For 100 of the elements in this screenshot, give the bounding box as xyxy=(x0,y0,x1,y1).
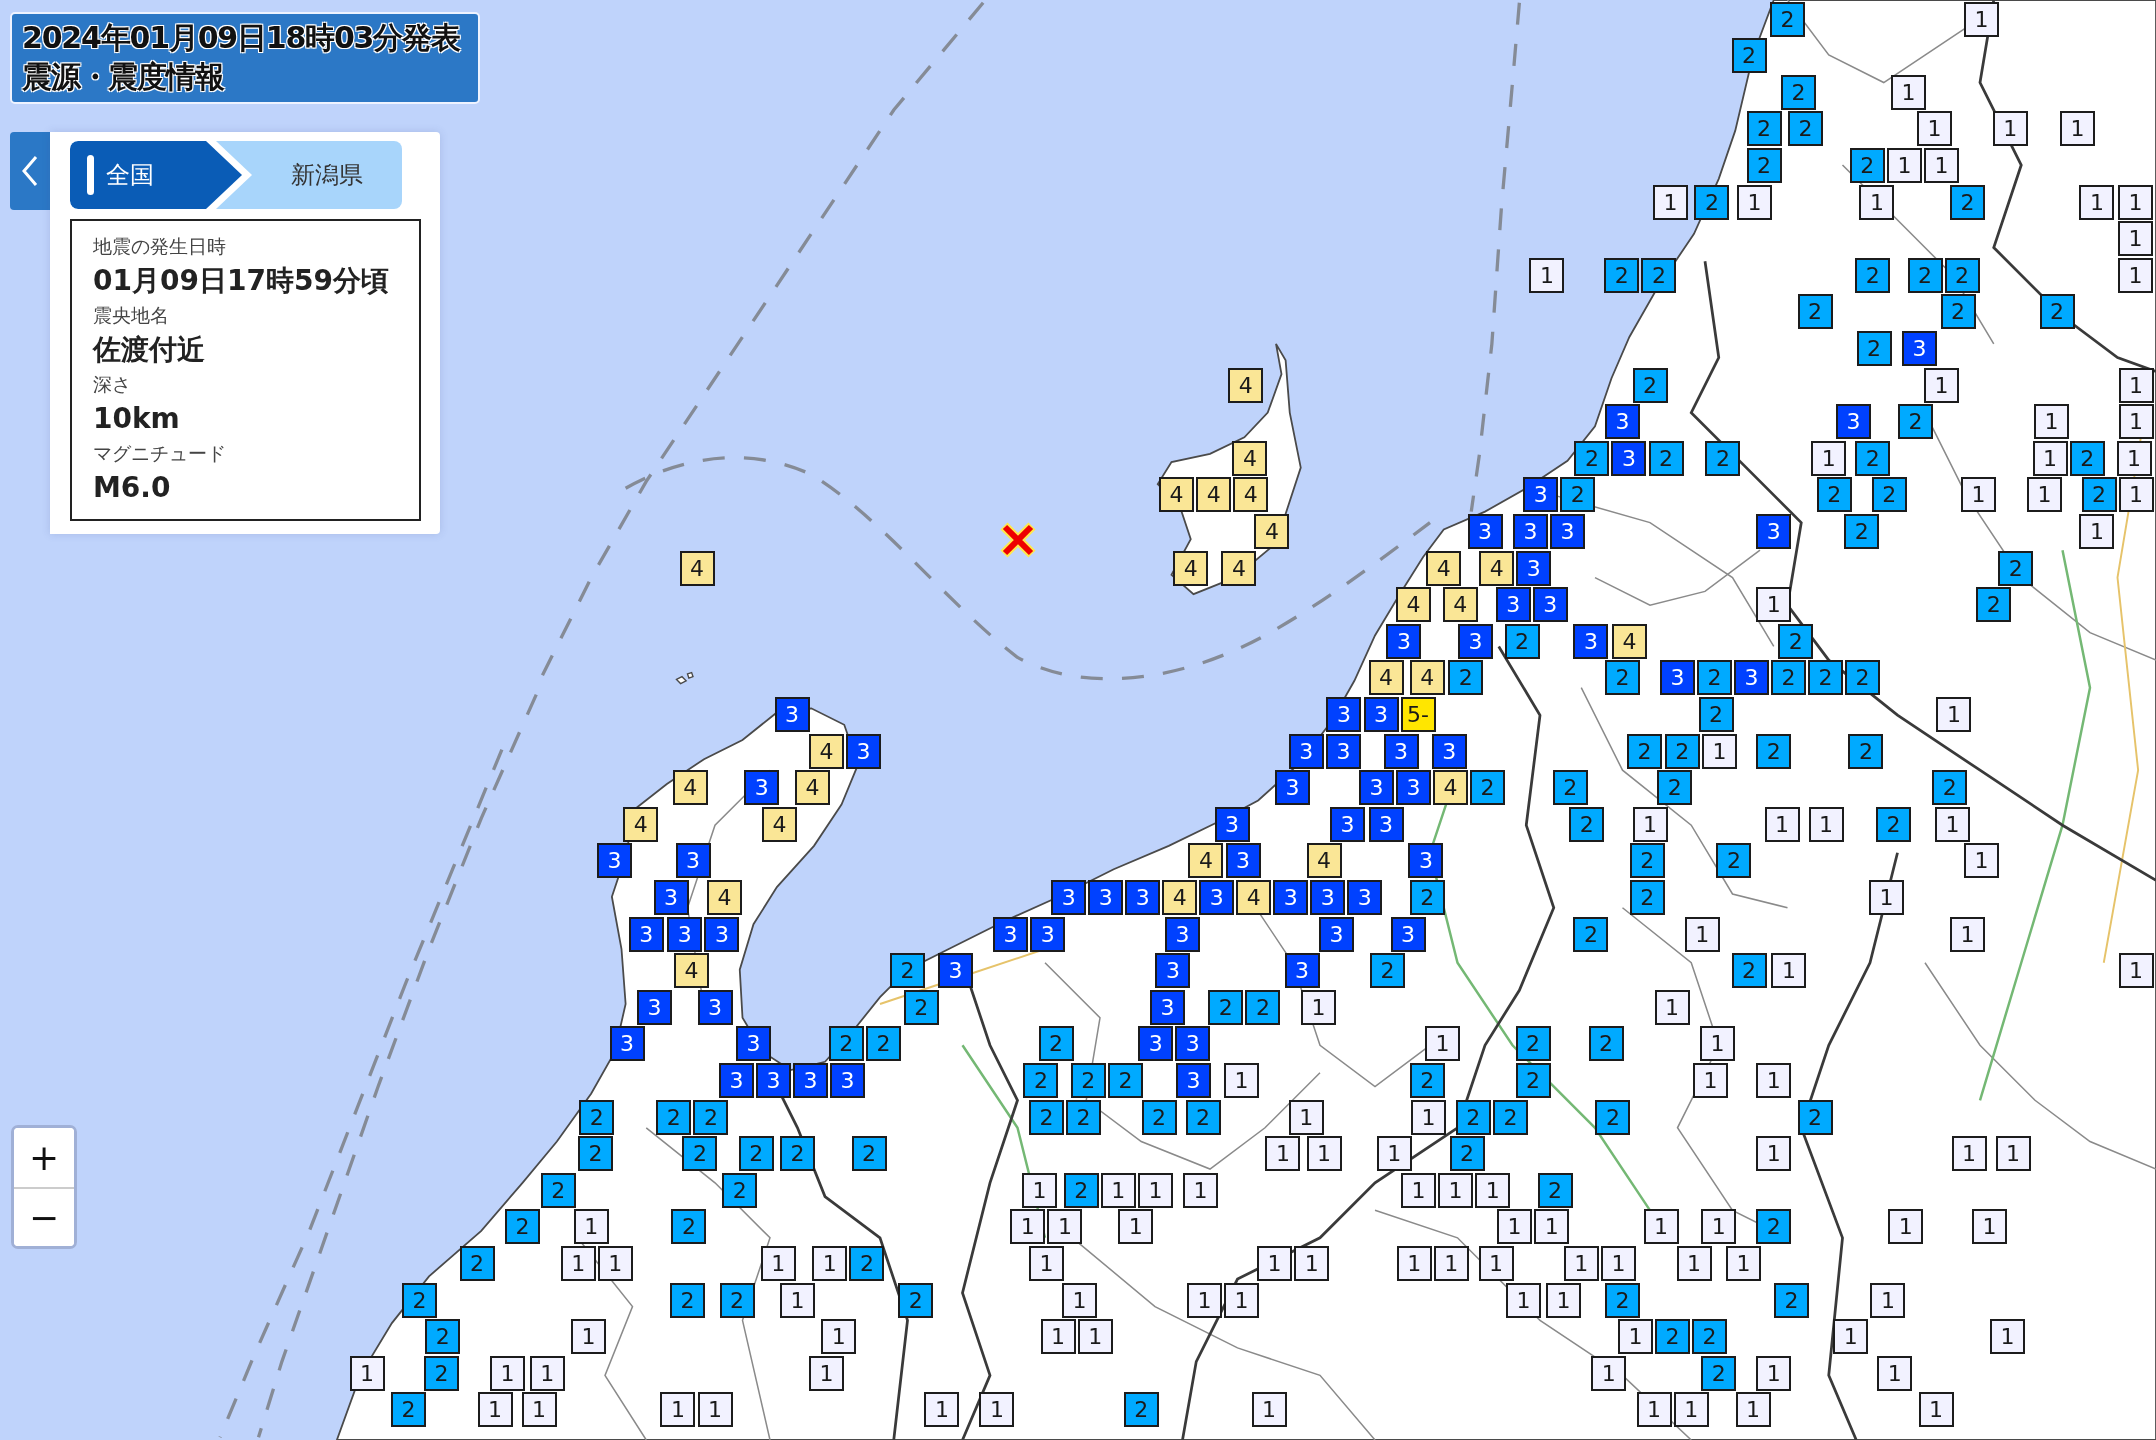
intensity-marker: 1 xyxy=(2118,953,2154,989)
intensity-marker: 1 xyxy=(1187,1282,1222,1318)
intensity-marker: 3 xyxy=(756,1062,791,1098)
intensity-marker: 2 xyxy=(1038,1026,1074,1062)
intensity-marker: 4 xyxy=(1236,879,1272,915)
detail-value: 佐渡付近 xyxy=(93,332,206,368)
intensity-marker: 3 xyxy=(1175,1026,1211,1062)
intensity-marker: 1 xyxy=(1534,1209,1570,1245)
intensity-marker: 2 xyxy=(1641,257,1677,293)
intensity-marker: 2 xyxy=(1369,953,1405,989)
intensity-marker: 2 xyxy=(780,1136,815,1172)
selection-bar-icon xyxy=(87,155,94,195)
intensity-marker: 1 xyxy=(1963,843,1999,879)
intensity-marker: 1 xyxy=(1936,696,1972,732)
intensity-marker: 2 xyxy=(1595,1099,1631,1135)
intensity-marker: 1 xyxy=(2034,404,2069,440)
intensity-marker: 1 xyxy=(1951,1136,1987,1172)
intensity-marker: 3 xyxy=(1386,623,1422,659)
intensity-marker: 1 xyxy=(1673,1392,1709,1428)
intensity-marker: 4 xyxy=(1228,367,1264,403)
intensity-marker: 4 xyxy=(672,770,708,806)
intensity-marker: 1 xyxy=(1924,367,1959,403)
intensity-marker: 2 xyxy=(1605,1282,1640,1318)
intensity-marker: 3 xyxy=(744,770,780,806)
intensity-marker: 4 xyxy=(707,879,743,915)
intensity-marker: 3 xyxy=(846,733,881,769)
intensity-marker: 1 xyxy=(1756,587,1792,623)
intensity-marker: 2 xyxy=(390,1392,426,1428)
issue-time-text: 2024年01月09日18時03分発表 xyxy=(22,19,462,57)
intensity-marker: 1 xyxy=(1924,147,1959,183)
intensity-marker: 2 xyxy=(1604,257,1640,293)
intensity-marker: 3 xyxy=(1199,879,1235,915)
intensity-marker: 3 xyxy=(1408,843,1444,879)
intensity-marker: 3 xyxy=(667,916,703,952)
intensity-marker: 3 xyxy=(1611,440,1647,476)
intensity-marker: 3 xyxy=(1902,330,1937,366)
intensity-marker: 2 xyxy=(1932,770,1968,806)
intensity-marker: 2 xyxy=(1770,1,1805,37)
detail-value: 10km xyxy=(93,401,181,437)
intensity-marker: 1 xyxy=(1737,184,1772,220)
intensity-marker: 4 xyxy=(1221,550,1257,586)
intensity-marker: 2 xyxy=(1449,1136,1485,1172)
intensity-marker: 3 xyxy=(1660,660,1695,696)
intensity-marker: 2 xyxy=(1848,733,1884,769)
intensity-marker: 3 xyxy=(1573,623,1609,659)
intensity-marker: 1 xyxy=(1918,1392,1954,1428)
intensity-marker: 3 xyxy=(1756,513,1792,549)
intensity-marker: 1 xyxy=(780,1282,815,1318)
intensity-marker: 2 xyxy=(1694,184,1730,220)
chevron-left-icon xyxy=(22,156,38,186)
breadcrumb-tab[interactable]: 全国 xyxy=(70,141,252,209)
intensity-marker: 3 xyxy=(1138,1026,1174,1062)
intensity-marker: 1 xyxy=(1811,440,1847,476)
intensity-marker: 2 xyxy=(1705,440,1741,476)
intensity-marker: 4 xyxy=(1196,477,1232,513)
detail-label: 深さ xyxy=(93,372,132,397)
intensity-marker: 3 xyxy=(1359,770,1394,806)
intensity-marker: 1 xyxy=(1833,1319,1869,1355)
intensity-marker: 3 xyxy=(1310,879,1346,915)
collapse-button[interactable] xyxy=(10,132,50,210)
intensity-marker: 3 xyxy=(1396,770,1431,806)
intensity-marker: 2 xyxy=(1654,1319,1690,1355)
intensity-marker: 1 xyxy=(1411,1099,1447,1135)
intensity-marker: 1 xyxy=(1257,1245,1293,1281)
intensity-marker: 3 xyxy=(938,953,974,989)
intensity-marker: 1 xyxy=(1475,1172,1511,1208)
intensity-marker: 3 xyxy=(1319,916,1354,952)
intensity-marker: 1 xyxy=(1224,1282,1260,1318)
intensity-marker: 2 xyxy=(1552,770,1588,806)
breadcrumb-tab[interactable]: 新潟県 xyxy=(252,141,402,209)
intensity-marker: 3 xyxy=(1176,1062,1211,1098)
intensity-marker: 2 xyxy=(579,1099,615,1135)
intensity-marker: 2 xyxy=(1573,916,1609,952)
intensity-marker: 1 xyxy=(573,1209,609,1245)
zoom-out-button[interactable]: − xyxy=(14,1187,74,1246)
detail-label: 地震の発生日時 xyxy=(93,234,227,259)
intensity-marker: 1 xyxy=(1438,1172,1474,1208)
intensity-marker: 2 xyxy=(1808,660,1844,696)
intensity-marker: 4 xyxy=(1254,513,1290,549)
intensity-marker: 1 xyxy=(1756,1355,1792,1391)
intensity-marker: 2 xyxy=(1787,111,1823,147)
intensity-marker: 2 xyxy=(1515,1026,1551,1062)
intensity-marker: 3 xyxy=(1495,587,1531,623)
intensity-marker: 3 xyxy=(1516,550,1552,586)
intensity-marker: 2 xyxy=(1701,1355,1737,1391)
intensity-marker: 1 xyxy=(1935,806,1970,842)
intensity-marker: 2 xyxy=(671,1209,707,1245)
intensity-marker: 1 xyxy=(2060,111,2096,147)
intensity-marker: 1 xyxy=(1870,1282,1906,1318)
detail-label: マグニチュード xyxy=(93,441,227,466)
intensity-marker: 2 xyxy=(1245,989,1281,1025)
intensity-marker: 1 xyxy=(1888,1209,1924,1245)
intensity-marker: 3 xyxy=(830,1062,866,1098)
intensity-marker: 2 xyxy=(1976,587,2012,623)
intensity-marker: 3 xyxy=(1155,953,1191,989)
intensity-marker: 1 xyxy=(1506,1282,1541,1318)
report-title: 震源・震度情報 xyxy=(22,58,226,96)
intensity-marker: 1 xyxy=(1735,1392,1771,1428)
intensity-marker: 2 xyxy=(1746,111,1782,147)
intensity-marker: 3 xyxy=(1284,953,1320,989)
